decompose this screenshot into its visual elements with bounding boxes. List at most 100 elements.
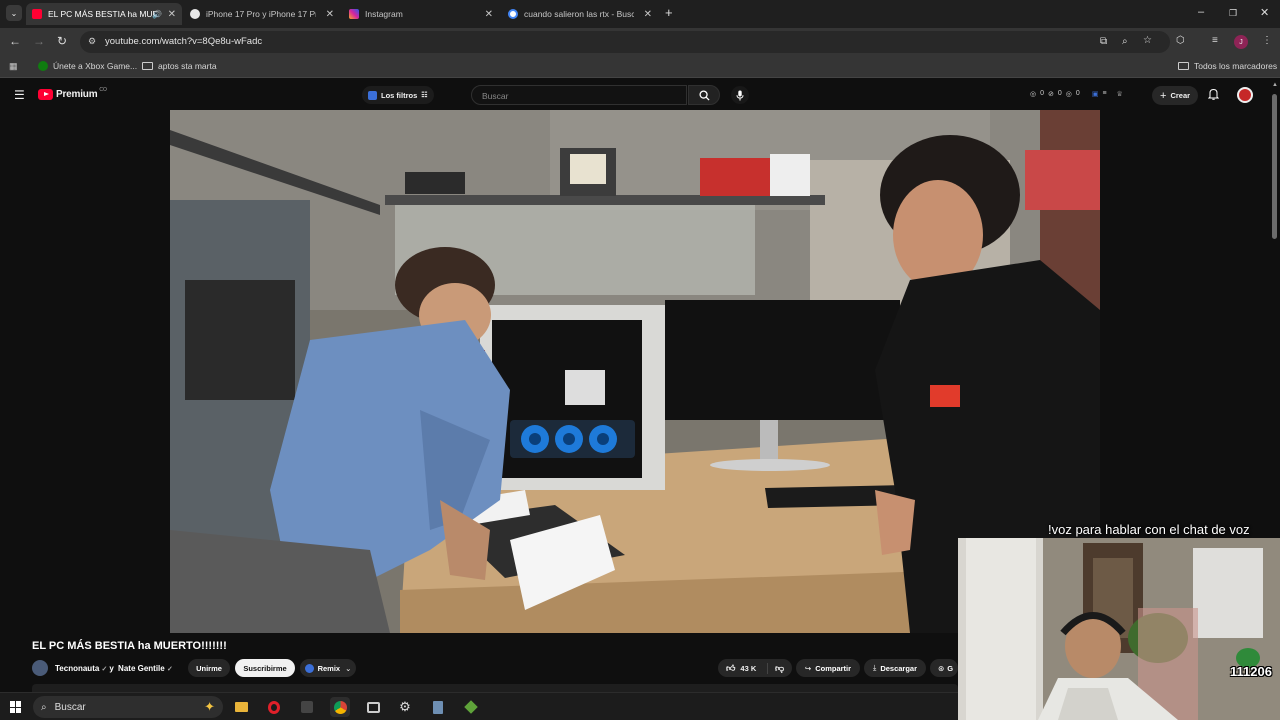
like-count: 43 K [740,663,757,673]
notifications-bell-icon[interactable] [1207,88,1220,103]
apps-grid-icon[interactable]: ▦ [9,61,18,72]
search-box[interactable] [471,85,687,105]
create-button[interactable]: + Crear [1152,86,1199,105]
remix-label: Remix [317,663,341,673]
tab-youtube[interactable]: EL PC MÁS BESTIA ha MUERTO!!!!!!! - YouT… [26,3,182,25]
all-bookmarks[interactable]: Todos los marcadores [1178,61,1277,71]
voice-search-button[interactable] [731,86,749,104]
youtube-premium-logo[interactable]: Premium CO [38,86,107,100]
new-tab-button[interactable]: + [665,5,673,20]
instagram-icon [349,9,359,19]
bookmark-label: Únete a Xbox Game... [53,61,138,71]
join-label: Unirme [196,663,222,673]
channel-names[interactable]: Tecnonauta ✓ y Nate Gentile ✓ [55,664,173,673]
tab-title: Instagram [365,9,403,19]
close-icon[interactable]: ✕ [485,9,493,20]
back-icon[interactable]: ← [9,34,21,48]
chrome-icon[interactable] [330,697,350,717]
download-button[interactable]: ⤓ Descargar [864,659,926,677]
like-button[interactable]: 👍︎ 43 K [718,662,768,674]
restore-icon[interactable]: ❐ [1229,8,1237,19]
close-icon[interactable]: ✕ [168,9,176,20]
extension-icon[interactable]: ▣ [1092,90,1099,98]
join-button[interactable]: Unirme [188,659,230,677]
close-icon[interactable]: ✕ [644,9,652,20]
extensions-icon[interactable]: ⬡ [1176,35,1185,46]
apple-icon [190,9,200,19]
counter-icon: ⊘ [1048,91,1054,98]
tab-search-button[interactable]: ⌄ [6,5,22,21]
list-icon[interactable]: ≡ [1102,90,1106,98]
channel-joiner: y [109,664,114,673]
webcam-frame [958,538,1280,720]
tab-google[interactable]: cuando salieron las rtx - Buscar con Goo… [502,3,658,25]
subscribe-button[interactable]: Suscribirme [235,659,295,677]
viewer-count: 111206 [1230,664,1272,679]
bookmark-xbox[interactable]: Únete a Xbox Game... [38,61,137,71]
search-input[interactable] [472,87,686,105]
reload-icon[interactable]: ↻ [57,34,67,48]
zoom-icon[interactable]: ⌕ [1122,36,1128,47]
remix-icon [304,663,314,673]
plus-icon: + [1160,89,1167,102]
window-close-icon[interactable]: ✕ [1260,6,1269,19]
chevron-down-icon: ⌄ [345,663,352,673]
search-button[interactable] [688,85,720,105]
xbox-icon [38,61,48,71]
download-label: Descargar [880,663,918,673]
minecraft-icon[interactable] [461,697,481,717]
thumbs-down-icon: 👎︎ [775,662,785,673]
menu-dots-icon[interactable]: ⋮ [1262,35,1272,46]
file-explorer-icon[interactable] [231,697,251,717]
filters-label: Los filtros [381,90,418,100]
scrollbar-thumb[interactable] [1272,94,1277,239]
dislike-button[interactable]: 👎︎ [768,663,784,674]
close-icon[interactable]: ✕ [326,9,334,20]
thanks-button[interactable]: ⊛ G [930,659,958,677]
browser-toolbar: ← → ↻ ⚙ youtube.com/watch?v=8Qe8u-wFadc … [0,28,1280,56]
forward-icon[interactable]: → [33,34,45,48]
opera-icon[interactable] [264,697,284,717]
tab-iphone[interactable]: iPhone 17 Pro y iPhone 17 Pro Max ✕ [184,3,340,25]
thumbs-up-icon: 👍︎ [726,662,736,673]
hamburger-menu-icon[interactable]: ☰ [14,88,25,102]
create-label: Crear [1170,91,1191,100]
windows-taskbar: ⌕ Buscar ✦ ⚙ [0,692,958,720]
remix-button[interactable]: Remix ⌄ [300,659,356,677]
browser-app-icon[interactable] [363,697,383,717]
windows-start-icon[interactable] [10,701,22,713]
minimize-icon[interactable]: – [1198,6,1204,18]
logo-country: CO [99,86,107,93]
calculator-icon[interactable] [428,697,448,717]
share-button[interactable]: ↪ Compartir [796,659,860,677]
bookmark-aptos[interactable]: aptos sta marta [142,61,217,71]
search-icon [698,89,710,101]
filter-logo-icon [368,90,377,100]
bookmark-star-icon[interactable]: ☆ [1143,35,1152,46]
tab-instagram[interactable]: Instagram ✕ [343,3,499,25]
collaborator-name[interactable]: Nate Gentile [118,664,165,673]
tab-title: iPhone 17 Pro y iPhone 17 Pro Max [206,9,316,19]
profile-avatar[interactable]: J [1234,35,1248,49]
site-info-icon[interactable]: ⚙ [88,36,96,47]
browser-tab-strip: ⌄ EL PC MÁS BESTIA ha MUERTO!!!!!!! - Yo… [0,0,1280,28]
trophy-icon[interactable]: ♕ [1117,90,1123,98]
filters-button[interactable]: Los filtros ☷ [362,86,434,104]
channel-name[interactable]: Tecnonauta [55,664,99,673]
scroll-up-icon[interactable]: ▲ [1272,82,1278,88]
channel-avatar[interactable] [32,660,48,676]
voice-chat-overlay-text: !voz para hablar con el chat de voz [1048,522,1250,537]
page-scrollbar[interactable]: ▲ [1270,80,1280,540]
account-avatar[interactable] [1237,87,1253,103]
taskbar-search[interactable]: ⌕ Buscar ✦ [33,696,223,718]
description-box[interactable] [32,684,958,692]
download-icon: ⤓ [872,663,877,672]
address-bar[interactable]: ⚙ youtube.com/watch?v=8Qe8u-wFadc ⧉ ⌕ ☆ [80,31,1170,53]
bookmarks-bar: ▦ Únete a Xbox Game... aptos sta marta T… [0,56,1280,78]
settings-gear-icon[interactable]: ⚙ [395,697,415,717]
media-controls-icon[interactable]: ≡ [1212,35,1218,46]
install-app-icon[interactable]: ⧉ [1100,36,1107,47]
thanks-icon: ⊛ [938,663,945,673]
extension-counters[interactable]: ◎ 0 ⊘ 0 ◎ 0 ▣ ≡ ♕ [1030,90,1123,98]
app-icon[interactable] [297,697,317,717]
